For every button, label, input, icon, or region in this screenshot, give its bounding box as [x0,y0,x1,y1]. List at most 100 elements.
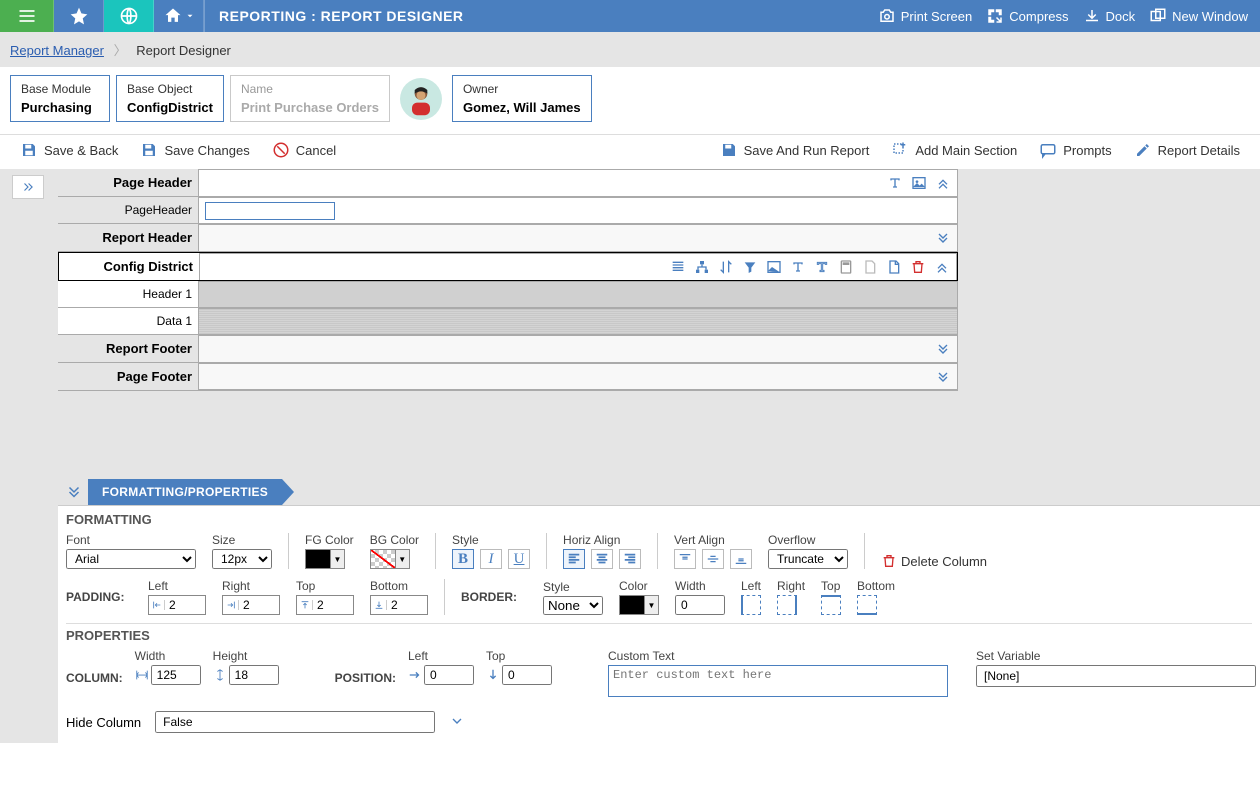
filter-icon[interactable] [742,259,758,275]
text-icon[interactable] [887,175,903,191]
favorite-button[interactable] [54,0,104,32]
calculator-icon[interactable] [838,259,854,275]
page-footer-band[interactable]: Page Footer [58,363,958,391]
breadcrumb-separator: 〉 [114,43,127,58]
config-district-band[interactable]: Config District [58,252,958,281]
tab-formatting-properties[interactable]: FORMATTING/PROPERTIES [88,479,282,505]
border-top-toggle[interactable] [821,595,841,615]
save-run-button[interactable]: Save And Run Report [720,141,870,159]
overflow-select[interactable]: Truncate [768,549,848,569]
pos-top-input[interactable] [502,665,552,685]
hide-column-expand[interactable] [449,713,465,732]
pad-bottom-input[interactable] [370,595,428,615]
italic-button[interactable]: I [480,549,502,569]
globe-button[interactable] [104,0,154,32]
add-main-label: Add Main Section [915,143,1017,158]
size-select[interactable]: 12px [212,549,272,569]
compress-button[interactable]: Compress [986,7,1068,25]
data1-band[interactable]: Data 1 [58,308,958,335]
trash-icon[interactable] [910,259,926,275]
save-changes-label: Save Changes [164,143,249,158]
report-footer-band[interactable]: Report Footer [58,335,958,363]
report-header-band[interactable]: Report Header [58,224,958,252]
hide-column-input[interactable] [155,711,435,733]
page-header-body[interactable] [198,169,958,196]
sort-icon[interactable] [718,259,734,275]
prompts-button[interactable]: Prompts [1039,141,1111,159]
page-icon[interactable] [862,259,878,275]
text-outline-icon[interactable] [814,259,830,275]
font-select[interactable]: Arial [66,549,196,569]
border-left-toggle[interactable] [741,595,761,615]
base-module-card[interactable]: Base Module Purchasing [10,75,110,122]
breadcrumb-manager-link[interactable]: Report Manager [10,43,104,58]
page-add-icon[interactable] [886,259,902,275]
chevron-down-double-icon[interactable] [935,341,951,357]
pad-right-input[interactable] [222,595,280,615]
save-back-button[interactable]: Save & Back [20,141,118,159]
cancel-icon [272,141,290,159]
fg-label: FG Color [305,533,354,547]
new-window-button[interactable]: New Window [1149,7,1248,25]
border-color-picker[interactable]: ▼ [619,595,659,615]
menu-button[interactable] [0,0,54,32]
page-header-cell[interactable] [205,202,335,220]
border-right-toggle[interactable] [777,595,797,615]
print-screen-button[interactable]: Print Screen [878,7,973,25]
header1-band[interactable]: Header 1 [58,281,958,308]
panel-collapse-button[interactable] [60,483,88,501]
page-header-sub-band[interactable]: PageHeader [58,197,958,224]
list-icon[interactable] [670,259,686,275]
pad-left-input[interactable] [148,595,206,615]
underline-button[interactable]: U [508,549,530,569]
align-right-button[interactable] [619,549,641,569]
delete-column-button[interactable]: Delete Column [881,553,987,569]
bg-color-picker[interactable]: ▼ [370,549,410,569]
page-header-band[interactable]: Page Header [58,169,958,197]
border-width-label: Width [675,579,725,593]
align-right-icon [623,552,637,566]
bold-button[interactable]: B [452,549,474,569]
base-module-label: Base Module [21,82,99,96]
height-input[interactable] [229,665,279,685]
base-object-card[interactable]: Base Object ConfigDistrict [116,75,224,122]
valign-bottom-button[interactable] [730,549,752,569]
report-details-button[interactable]: Report Details [1134,141,1240,159]
custom-text-input[interactable] [608,665,948,697]
chevron-up-double-icon[interactable] [934,259,950,275]
valign-top-button[interactable] [674,549,696,569]
cancel-button[interactable]: Cancel [272,141,336,159]
page-footer-label: Page Footer [58,363,198,390]
data1-body[interactable] [198,308,958,334]
set-variable-input[interactable] [976,665,1256,687]
chevron-down-double-icon[interactable] [935,230,951,246]
border-width-input[interactable] [675,595,725,615]
border-bottom-toggle[interactable] [857,595,877,615]
hierarchy-icon[interactable] [694,259,710,275]
owner-card[interactable]: Owner Gomez, Will James [452,75,592,122]
text-icon[interactable] [790,259,806,275]
align-center-button[interactable] [591,549,613,569]
edit-icon [1134,141,1152,159]
border-style-select[interactable]: None [543,596,603,615]
chevron-down-double-icon[interactable] [935,369,951,385]
valign-middle-button[interactable] [702,549,724,569]
add-main-section-button[interactable]: Add Main Section [891,141,1017,159]
name-card[interactable]: Name Print Purchase Orders [230,75,390,122]
chevron-up-double-icon[interactable] [935,175,951,191]
image-icon[interactable] [766,259,782,275]
pad-top-input[interactable] [296,595,354,615]
pos-left-input[interactable] [424,665,474,685]
width-input[interactable] [151,665,201,685]
image-icon[interactable] [911,175,927,191]
dock-button[interactable]: Dock [1083,7,1136,25]
home-button[interactable] [154,0,204,32]
expand-sidebar-button[interactable] [12,175,44,199]
size-label: Size [212,533,272,547]
base-object-label: Base Object [127,82,213,96]
header1-body[interactable] [198,281,958,307]
save-changes-button[interactable]: Save Changes [140,141,249,159]
fg-color-picker[interactable]: ▼ [305,549,345,569]
border-left-label: Left [741,579,761,593]
align-left-button[interactable] [563,549,585,569]
